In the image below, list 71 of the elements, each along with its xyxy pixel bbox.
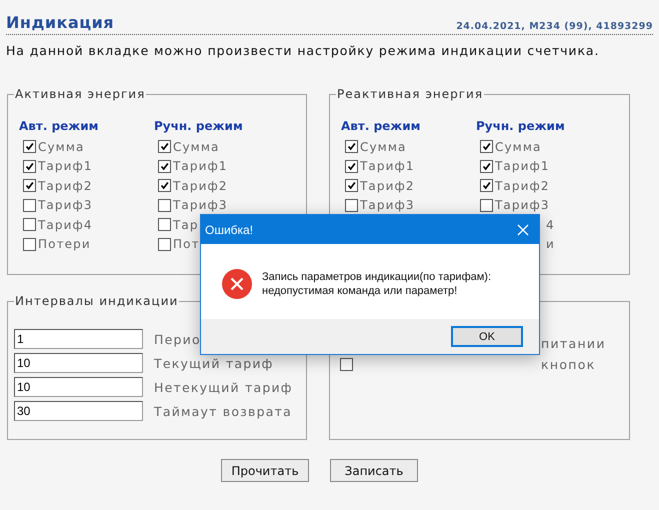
checkbox[interactable] <box>480 160 493 173</box>
input-field[interactable]: 1 <box>14 329 143 349</box>
checkbox-label: Тариф1 <box>38 159 93 174</box>
ok-button[interactable]: OK <box>451 326 523 347</box>
checkbox-label: Тариф3 <box>173 198 228 212</box>
checkbox[interactable] <box>23 238 36 251</box>
checkbox-label: Тариф2 <box>360 178 415 193</box>
checkbox[interactable] <box>158 238 171 251</box>
checkbox-label: Тариф2 <box>495 178 550 193</box>
checkbox-label: Тариф3 <box>38 198 93 212</box>
checkbox-label: Тариф3 <box>360 198 415 212</box>
column-heading: Ручн. режим <box>154 119 244 135</box>
checkbox-label: Сумма <box>360 140 406 154</box>
checkbox[interactable] <box>23 198 36 212</box>
error-icon <box>222 268 252 298</box>
checkbox[interactable] <box>480 198 493 212</box>
column-heading: Авт. режим <box>19 119 100 135</box>
panel-legend: Интервалы индикации <box>14 294 180 308</box>
column-heading: Авт. режим <box>341 119 422 135</box>
checkbox-label: Тариф2 <box>173 178 228 193</box>
checkbox[interactable] <box>340 358 353 371</box>
error-message: недопустимая команда или параметр! <box>262 284 458 298</box>
option-label: питании <box>541 336 606 351</box>
checkbox-label: Тариф1 <box>173 159 228 174</box>
dialog-title: Ошибка! <box>205 222 254 236</box>
checkbox[interactable] <box>158 160 171 173</box>
input-field[interactable]: 10 <box>14 353 143 373</box>
page-title: Индикация <box>6 13 114 32</box>
panel-legend: Реактивная энергия <box>336 87 484 101</box>
field-label: Перио <box>154 332 201 346</box>
checkbox[interactable] <box>345 140 358 154</box>
checkbox[interactable] <box>158 218 171 232</box>
checkbox-label: и <box>546 237 555 252</box>
checkbox[interactable] <box>23 179 36 192</box>
checkbox[interactable] <box>23 160 36 173</box>
checkbox[interactable] <box>158 140 171 154</box>
input-field[interactable]: 10 <box>14 377 143 397</box>
field-label: Нетекущий тариф <box>154 380 293 394</box>
checkbox-label: Пот <box>173 237 200 252</box>
checkbox-label: Сумма <box>495 140 542 154</box>
checkbox[interactable] <box>345 160 358 173</box>
checkbox-label: Сумма <box>173 140 220 154</box>
input-field[interactable]: 30 <box>14 401 143 421</box>
checkbox[interactable] <box>158 198 171 212</box>
checkbox[interactable] <box>480 179 493 192</box>
option-label: кнопок <box>541 357 596 372</box>
checkbox-label: Тариф1 <box>495 159 550 174</box>
column-heading: Ручн. режим <box>476 119 566 135</box>
checkbox[interactable] <box>480 140 493 154</box>
checkbox[interactable] <box>345 198 358 212</box>
action-button[interactable]: Прочитать <box>221 459 309 482</box>
action-button[interactable]: Записать <box>330 459 418 482</box>
field-label: Текущий тариф <box>154 356 274 370</box>
checkbox[interactable] <box>345 179 358 192</box>
field-label: Таймаут возврата <box>154 404 292 418</box>
checkbox-label: Потери <box>38 237 91 252</box>
checkbox-label: Тариф2 <box>38 178 93 193</box>
checkbox-label: Сумма <box>38 140 84 154</box>
error-message: Запись параметров индикации(по тарифам): <box>262 270 492 284</box>
checkbox[interactable] <box>23 140 36 154</box>
checkbox-label: Тариф3 <box>495 198 550 212</box>
checkbox-label: Тариф1 <box>360 159 415 174</box>
checkbox-label: 4 <box>546 218 555 232</box>
description-text: На данной вкладке можно произвести настройку режима индикации счетчика. <box>6 43 600 58</box>
meter-info: 24.04.2021, M234 (99), 41893299 <box>456 21 653 32</box>
panel-legend: Активная энергия <box>14 87 146 101</box>
checkbox-label: Тар <box>173 218 199 232</box>
checkbox-label: Тариф4 <box>38 218 93 232</box>
checkbox[interactable] <box>23 218 36 232</box>
checkbox[interactable] <box>158 179 171 192</box>
close-icon[interactable] <box>517 224 529 236</box>
